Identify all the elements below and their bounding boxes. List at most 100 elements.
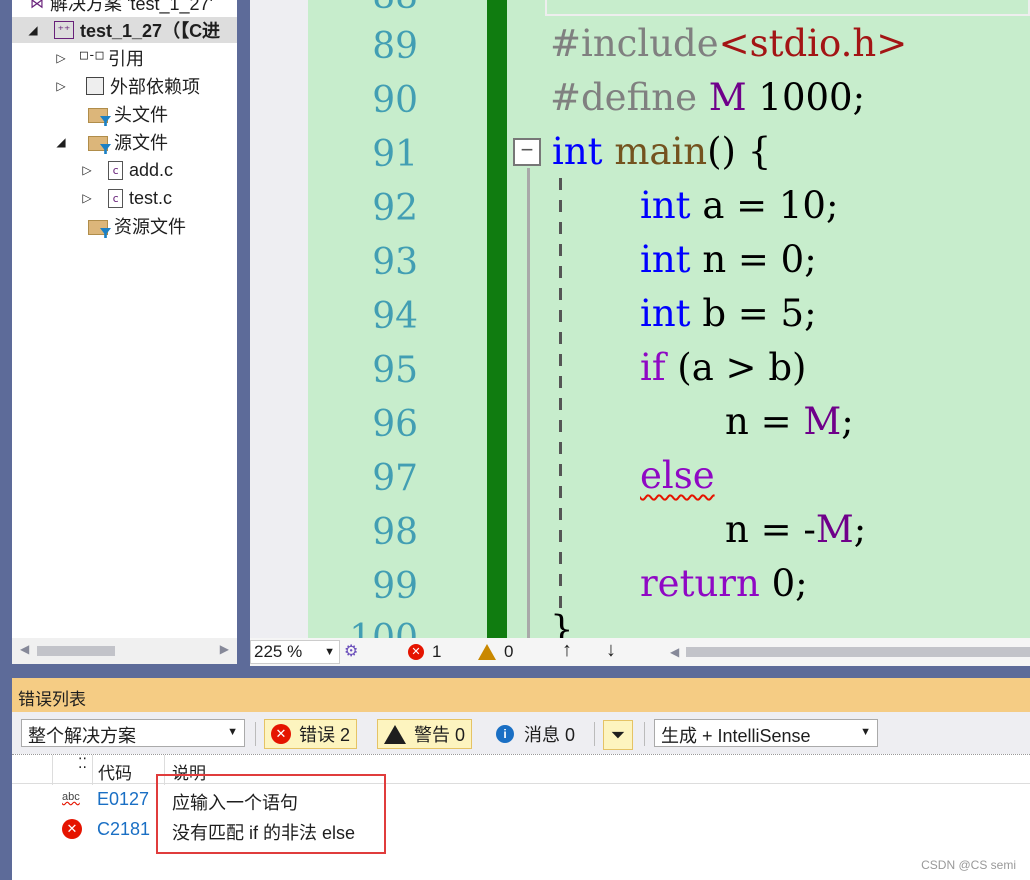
tree-item-header-files[interactable]: 头文件 bbox=[88, 101, 168, 127]
error-code-link[interactable]: C2181 bbox=[97, 819, 150, 840]
toolbar-separator bbox=[644, 722, 645, 746]
code-line-97[interactable]: else bbox=[640, 454, 715, 497]
errors-filter-button[interactable]: ✕ 错误 2 bbox=[264, 719, 358, 749]
filter-icon[interactable]: ⏷ bbox=[603, 720, 633, 750]
filter-folder-icon bbox=[88, 136, 108, 151]
collapsed-arrow-icon[interactable]: ▷ bbox=[78, 191, 96, 205]
editor-status-bar: 225 % ▼ ⚙ ✕ 1 0 ↑ ↓ ◀ bbox=[250, 638, 1030, 666]
line-number: 90 bbox=[372, 80, 418, 121]
tree-item-label: 引用 bbox=[108, 49, 144, 69]
build-filter-dropdown[interactable]: 生成 + IntelliSense ▼ bbox=[654, 719, 878, 747]
code-line-89[interactable]: #include<stdio.h> bbox=[550, 22, 907, 65]
explorer-horizontal-scrollbar[interactable]: ◀ ▶ bbox=[12, 638, 237, 664]
ide-window: ⋈ 解决方案 'test_1_27' ◢ ⁺⁺ test_1_27（【C进 ▷ … bbox=[0, 0, 1030, 880]
line-number: 89 bbox=[372, 26, 418, 67]
error-icon: ✕ bbox=[408, 644, 424, 660]
project-label: test_1_27（【C进 bbox=[80, 21, 221, 41]
error-icon: ✕ bbox=[62, 819, 82, 839]
scroll-right-icon[interactable]: ▶ bbox=[220, 642, 229, 656]
tree-item-references[interactable]: ▷ □-□ 引用 bbox=[52, 45, 144, 71]
solution-label: 解决方案 'test_1_27' bbox=[50, 0, 213, 14]
tree-item-source-files[interactable]: ◢ 源文件 bbox=[52, 129, 168, 155]
zoom-value: 225 % bbox=[254, 642, 303, 661]
filter-folder-icon bbox=[88, 108, 108, 123]
warnings-filter-button[interactable]: 警告 0 bbox=[377, 719, 473, 749]
code-line-99[interactable]: return 0; bbox=[640, 562, 808, 605]
line-number: 96 bbox=[372, 404, 418, 445]
outline-guide-line bbox=[527, 168, 530, 640]
tree-item-label: 头文件 bbox=[114, 105, 168, 125]
code-line-93[interactable]: int n = 0; bbox=[640, 238, 817, 281]
line-number: 94 bbox=[372, 296, 418, 337]
syntax-error-squiggle: else bbox=[640, 454, 715, 497]
warning-icon bbox=[384, 724, 406, 744]
line-number: 93 bbox=[372, 242, 418, 283]
annotation-highlight-box bbox=[156, 774, 386, 854]
line-number: 99 bbox=[372, 566, 418, 607]
toolbar-separator bbox=[255, 722, 256, 746]
collapsed-arrow-icon[interactable]: ▷ bbox=[78, 163, 96, 177]
line-number: 95 bbox=[372, 350, 418, 391]
solution-explorer: ⋈ 解决方案 'test_1_27' ◢ ⁺⁺ test_1_27（【C进 ▷ … bbox=[12, 0, 237, 640]
toolbar-separator bbox=[594, 722, 595, 746]
visual-studio-icon: ⋈ bbox=[30, 0, 44, 11]
zoom-dropdown[interactable]: 225 % ▼ bbox=[250, 640, 340, 664]
current-line-highlight bbox=[545, 0, 1030, 16]
collapse-outline-icon[interactable]: − bbox=[513, 138, 541, 166]
tree-item-label: 资源文件 bbox=[114, 217, 186, 237]
sort-icon[interactable]: ⁚⁚ bbox=[78, 755, 87, 772]
line-number: 92 bbox=[372, 188, 418, 229]
solution-node[interactable]: ⋈ 解决方案 'test_1_27' bbox=[30, 0, 213, 16]
messages-filter-button[interactable]: i 消息 0 bbox=[490, 719, 581, 749]
intellicode-icon[interactable]: ⚙ bbox=[344, 641, 358, 661]
tree-item-label: test.c bbox=[129, 187, 173, 208]
spelling-error-icon: abc bbox=[62, 791, 80, 803]
scope-dropdown[interactable]: 整个解决方案 ▼ bbox=[21, 719, 245, 747]
line-number: 91 bbox=[372, 134, 418, 175]
tree-item-add-c[interactable]: ▷ c add.c bbox=[78, 157, 173, 183]
info-icon: i bbox=[496, 725, 514, 743]
error-icon: ✕ bbox=[271, 724, 291, 744]
cpp-project-icon: ⁺⁺ bbox=[54, 21, 74, 39]
error-list-title[interactable]: 错误列表 bbox=[12, 678, 1030, 712]
arrow-down-icon[interactable]: ↓ bbox=[606, 639, 616, 662]
code-line-98[interactable]: n = -M; bbox=[725, 508, 866, 551]
line-number: 88 bbox=[298, 0, 418, 17]
indent-guide bbox=[559, 178, 562, 608]
code-line-91[interactable]: int main() { bbox=[552, 130, 771, 173]
error-list-toolbar: 整个解决方案 ▼ ✕ 错误 2 警告 0 i 消息 0 ⏷ 生成 + Intel… bbox=[12, 712, 1030, 754]
error-list-panel: 错误列表 整个解决方案 ▼ ✕ 错误 2 警告 0 i 消息 0 ⏷ 生成 + … bbox=[12, 678, 1030, 880]
c-file-icon: c bbox=[108, 160, 123, 180]
scroll-left-icon[interactable]: ◀ bbox=[20, 642, 29, 656]
external-dependencies-icon bbox=[86, 77, 104, 95]
error-code-link[interactable]: E0127 bbox=[97, 789, 149, 810]
line-number: 98 bbox=[372, 512, 418, 553]
column-header-code[interactable]: 代码 bbox=[98, 759, 132, 784]
project-node[interactable]: ◢ ⁺⁺ test_1_27（【C进 bbox=[12, 17, 237, 43]
code-line-95[interactable]: if (a > b) bbox=[640, 346, 806, 389]
horizontal-scrollbar-thumb[interactable] bbox=[686, 647, 1030, 657]
error-count-indicator[interactable]: ✕ 1 bbox=[408, 642, 441, 662]
expanded-arrow-icon[interactable]: ◢ bbox=[24, 23, 42, 37]
warning-icon bbox=[478, 644, 496, 660]
expanded-arrow-icon[interactable]: ◢ bbox=[52, 135, 70, 149]
arrow-up-icon[interactable]: ↑ bbox=[562, 639, 572, 662]
code-line-94[interactable]: int b = 5; bbox=[640, 292, 817, 335]
references-icon: □-□ bbox=[80, 48, 104, 63]
code-line-90[interactable]: #define M 1000; bbox=[550, 76, 865, 119]
tree-item-test-c[interactable]: ▷ c test.c bbox=[78, 185, 172, 211]
change-tracking-bar bbox=[487, 0, 507, 640]
tree-item-external-deps[interactable]: ▷ 外部依赖项 bbox=[52, 73, 200, 99]
scrollbar-thumb[interactable] bbox=[37, 646, 115, 656]
tree-item-resource-files[interactable]: 资源文件 bbox=[88, 213, 186, 239]
c-file-icon: c bbox=[108, 188, 123, 208]
tree-item-label: 源文件 bbox=[114, 133, 168, 153]
code-line-92[interactable]: int a = 10; bbox=[640, 184, 838, 227]
collapsed-arrow-icon[interactable]: ▷ bbox=[52, 79, 70, 93]
chevron-down-icon: ▼ bbox=[324, 646, 335, 658]
code-line-96[interactable]: n = M; bbox=[725, 400, 854, 443]
tree-item-label: 外部依赖项 bbox=[110, 77, 200, 97]
collapsed-arrow-icon[interactable]: ▷ bbox=[52, 51, 70, 65]
scroll-left-icon[interactable]: ◀ bbox=[670, 645, 679, 659]
warning-count-indicator[interactable]: 0 bbox=[478, 642, 513, 662]
